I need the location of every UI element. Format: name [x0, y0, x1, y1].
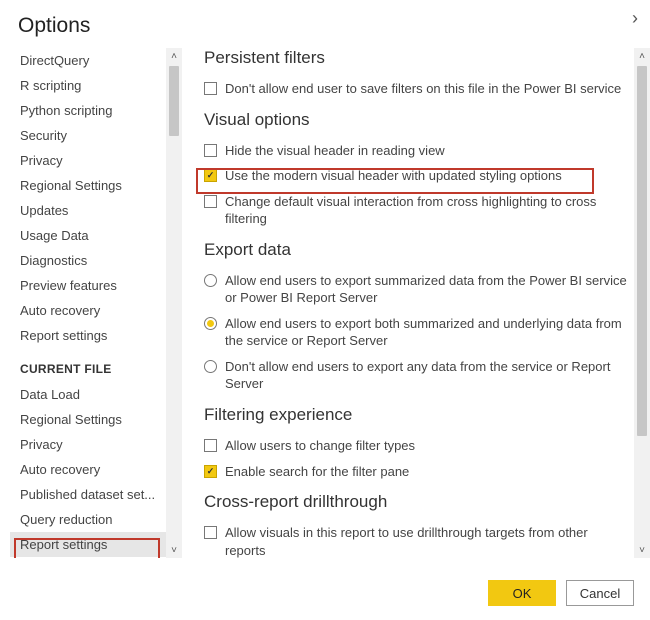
section-persistent-filters: Persistent filters — [204, 48, 632, 68]
nav-label: Security — [20, 128, 67, 143]
sidebar-item-privacy-file[interactable]: Privacy — [10, 432, 170, 457]
nav-label: Privacy — [20, 437, 63, 452]
nav-label: Auto recovery — [20, 462, 100, 477]
sidebar-item-usage-data[interactable]: Usage Data — [10, 223, 170, 248]
sidebar-item-security[interactable]: Security — [10, 123, 170, 148]
nav-label: Privacy — [20, 153, 63, 168]
option-label: Don't allow end user to save filters on … — [225, 80, 632, 98]
sidebar-item-preview-features[interactable]: Preview features — [10, 273, 170, 298]
scroll-down-icon[interactable]: ˅ — [634, 542, 650, 558]
nav-label: Diagnostics — [20, 253, 87, 268]
option-row[interactable]: Allow users to change filter types — [204, 433, 632, 459]
option-label: Change default visual interaction from c… — [225, 193, 632, 228]
option-row[interactable]: Don't allow end user to save filters on … — [204, 76, 632, 102]
nav-label: Preview features — [20, 278, 117, 293]
sidebar-item-r-scripting[interactable]: R scripting — [10, 73, 170, 98]
sidebar-item-python-scripting[interactable]: Python scripting — [10, 98, 170, 123]
option-row[interactable]: Allow end users to export both summarize… — [204, 311, 632, 354]
option-label: Allow users to change filter types — [225, 437, 632, 455]
nav-label: Auto recovery — [20, 303, 100, 318]
option-row[interactable]: Allow end users to export summarized dat… — [204, 268, 632, 311]
option-row-modern-header[interactable]: Use the modern visual header with update… — [204, 163, 632, 189]
nav-label: Regional Settings — [20, 412, 122, 427]
option-row[interactable]: Hide the visual header in reading view — [204, 138, 632, 164]
checkbox[interactable] — [204, 195, 217, 208]
nav-label: Report settings — [20, 537, 107, 552]
ok-button[interactable]: OK — [488, 580, 556, 606]
checkbox[interactable] — [204, 526, 217, 539]
option-label: Allow visuals in this report to use dril… — [225, 524, 632, 558]
nav-label: Regional Settings — [20, 178, 122, 193]
radio[interactable] — [204, 360, 217, 373]
scrollbar-thumb[interactable] — [637, 66, 647, 436]
option-label: Enable search for the filter pane — [225, 463, 632, 481]
sidebar-item-privacy[interactable]: Privacy — [10, 148, 170, 173]
scroll-up-icon[interactable]: ˄ — [634, 48, 650, 64]
checkbox-checked[interactable] — [204, 465, 217, 478]
nav-label: Data Load — [20, 387, 80, 402]
sidebar-item-updates[interactable]: Updates — [10, 198, 170, 223]
sidebar-item-regional-settings[interactable]: Regional Settings — [10, 173, 170, 198]
option-row[interactable]: Don't allow end users to export any data… — [204, 354, 632, 397]
sidebar-item-diagnostics[interactable]: Diagnostics — [10, 248, 170, 273]
section-cross-report: Cross-report drillthrough — [204, 492, 632, 512]
sidebar-item-published-dataset[interactable]: Published dataset set... — [10, 482, 170, 507]
option-row[interactable]: Allow visuals in this report to use dril… — [204, 520, 632, 558]
cancel-button[interactable]: Cancel — [566, 580, 634, 606]
scrollbar-thumb[interactable] — [169, 66, 179, 136]
radio[interactable] — [204, 274, 217, 287]
sidebar-item-data-load[interactable]: Data Load — [10, 382, 170, 407]
option-label: Allow end users to export summarized dat… — [225, 272, 632, 307]
nav-label: R scripting — [20, 78, 81, 93]
option-label: Hide the visual header in reading view — [225, 142, 632, 160]
checkbox[interactable] — [204, 82, 217, 95]
nav-label: Python scripting — [20, 103, 113, 118]
nav-label: Query reduction — [20, 512, 113, 527]
button-label: OK — [513, 586, 532, 601]
close-chevron-icon[interactable]: › — [632, 8, 638, 29]
checkbox[interactable] — [204, 144, 217, 157]
scroll-up-icon[interactable]: ˄ — [166, 48, 182, 64]
nav-label: Report settings — [20, 328, 107, 343]
option-label: Allow end users to export both summarize… — [225, 315, 632, 350]
sidebar-item-auto-recovery[interactable]: Auto recovery — [10, 298, 170, 323]
sidebar-item-regional-settings-file[interactable]: Regional Settings — [10, 407, 170, 432]
sidebar-item-directquery[interactable]: DirectQuery — [10, 48, 170, 73]
section-export-data: Export data — [204, 240, 632, 260]
sidebar-item-auto-recovery-file[interactable]: Auto recovery — [10, 457, 170, 482]
option-label: Don't allow end users to export any data… — [225, 358, 632, 393]
option-row[interactable]: Enable search for the filter pane — [204, 459, 632, 485]
sidebar-heading-current-file: CURRENT FILE — [10, 348, 170, 382]
checkbox[interactable] — [204, 439, 217, 452]
nav-label: Published dataset set... — [20, 487, 155, 502]
sidebar-item-query-reduction[interactable]: Query reduction — [10, 507, 170, 532]
option-row[interactable]: Change default visual interaction from c… — [204, 189, 632, 232]
option-label: Use the modern visual header with update… — [225, 167, 632, 185]
sidebar: DirectQuery R scripting Python scripting… — [10, 48, 182, 558]
section-visual-options: Visual options — [204, 110, 632, 130]
sidebar-item-report-settings-global[interactable]: Report settings — [10, 323, 170, 348]
nav-label: DirectQuery — [20, 53, 89, 68]
nav-label: Updates — [20, 203, 68, 218]
dialog-footer: OK Cancel — [488, 580, 634, 606]
checkbox-checked[interactable] — [204, 169, 217, 182]
content-scrollbar[interactable]: ˄ ˅ — [634, 48, 650, 558]
button-label: Cancel — [580, 586, 620, 601]
content-pane: Persistent filters Don't allow end user … — [182, 48, 650, 558]
scroll-down-icon[interactable]: ˅ — [166, 542, 182, 558]
radio-checked[interactable] — [204, 317, 217, 330]
sidebar-item-report-settings-file[interactable]: Report settings — [10, 532, 170, 557]
section-filtering-experience: Filtering experience — [204, 405, 632, 425]
sidebar-scrollbar[interactable]: ˄ ˅ — [166, 48, 182, 558]
nav-label: Usage Data — [20, 228, 89, 243]
dialog-title: Options — [0, 0, 650, 48]
